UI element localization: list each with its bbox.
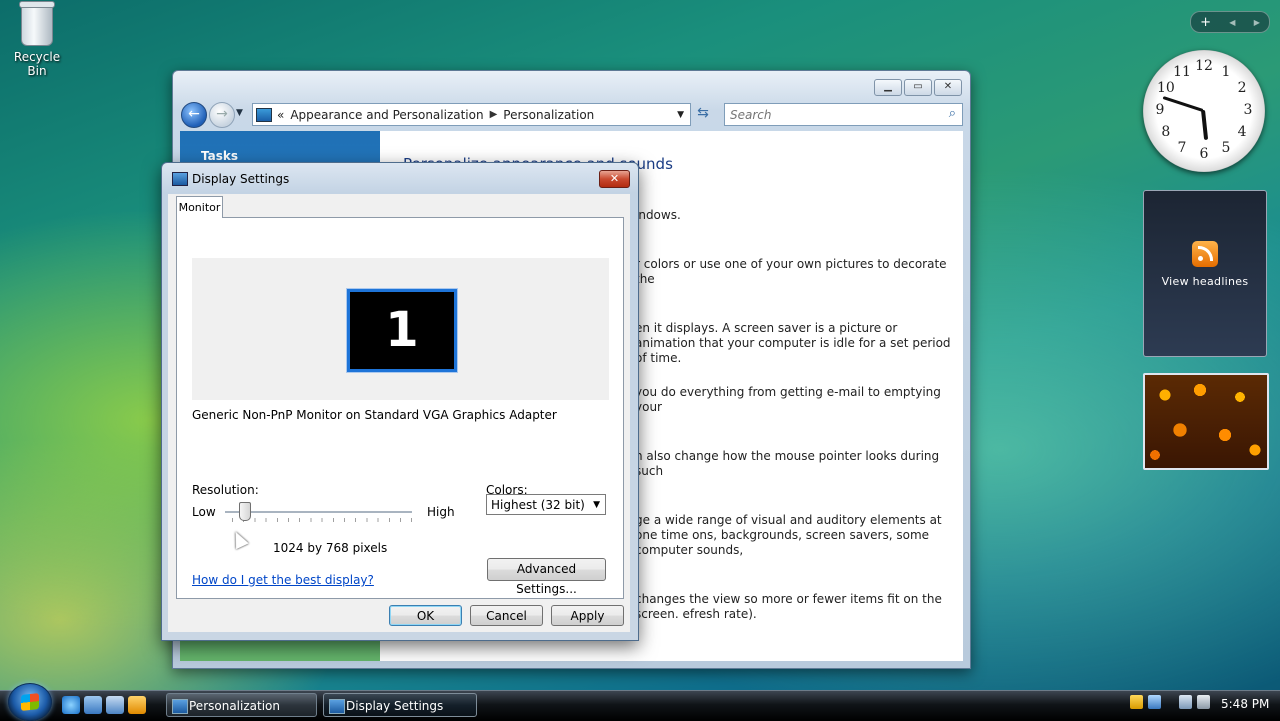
back-button[interactable]: ← (181, 102, 207, 128)
clock-gadget[interactable]: 12 1 2 3 4 5 6 7 8 9 10 11 (1143, 50, 1265, 172)
clock-hour-hand (1201, 109, 1209, 141)
breadcrumb-separator-icon[interactable]: ▶ (490, 109, 498, 120)
apply-button[interactable]: Apply (551, 605, 624, 626)
taskbar-button-label: Personalization (189, 699, 280, 713)
control-panel-icon (256, 107, 272, 122)
resolution-slider-thumb[interactable] (239, 502, 252, 521)
content-text-6: ge a wide range of visual and auditory e… (635, 513, 942, 557)
chevron-down-icon[interactable]: ▼ (593, 495, 600, 516)
content-text-7: changes the view so more or fewer items … (635, 592, 942, 621)
rss-icon (1192, 241, 1218, 267)
search-box[interactable]: ⌕ (724, 103, 963, 126)
control-panel-icon (172, 699, 188, 714)
content-text-1: indows. (635, 208, 681, 222)
sidebar-next-button[interactable]: ▶ (1254, 18, 1260, 27)
start-button[interactable] (8, 683, 52, 721)
feed-headlines-gadget[interactable]: View headlines (1143, 190, 1267, 357)
internet-explorer-icon[interactable] (62, 696, 80, 714)
clock-number: 9 (1155, 102, 1165, 118)
content-text-3: en it displays. A screen saver is a pict… (635, 321, 951, 365)
dialog-body: Monitor 1 Generic Non-PnP Monitor on Sta… (168, 194, 630, 632)
tab-monitor[interactable]: Monitor (176, 196, 223, 218)
clock-number: 3 (1243, 102, 1253, 118)
slideshow-gadget[interactable] (1143, 373, 1269, 470)
resolution-value: 1024 by 768 pixels (273, 541, 388, 555)
sidebar-controls: + ◀ ▶ (1190, 11, 1270, 33)
refresh-icon[interactable]: ⇆ (692, 103, 714, 124)
media-player-icon[interactable] (128, 696, 146, 714)
tasks-heading: Tasks (201, 149, 239, 163)
dialog-title: Display Settings (192, 172, 290, 186)
feed-headlines-label[interactable]: View headlines (1144, 275, 1266, 288)
display-settings-dialog: Display Settings ✕ Monitor 1 Generic Non… (161, 162, 639, 641)
monitor-1-icon[interactable]: 1 (346, 288, 458, 373)
address-bar[interactable]: « Appearance and Personalization ▶ Perso… (252, 103, 691, 126)
sidebar-prev-button[interactable]: ◀ (1229, 18, 1235, 27)
search-input[interactable] (725, 104, 932, 125)
high-label: High (427, 505, 455, 519)
show-desktop-icon[interactable] (84, 696, 102, 714)
breadcrumb-prefix[interactable]: « (277, 108, 284, 122)
display-settings-icon (172, 172, 188, 186)
clock-number: 7 (1177, 140, 1187, 157)
forward-button[interactable]: → (209, 102, 235, 128)
minimize-button[interactable]: ▁ (874, 79, 902, 96)
clock-number: 12 (1195, 58, 1213, 74)
content-text-4: you do everything from getting e-mail to… (635, 385, 941, 414)
window-controls: ▁ ▭ ✕ (874, 79, 962, 96)
clock-number: 1 (1221, 63, 1231, 80)
system-tray (1130, 695, 1210, 709)
network-icon[interactable] (1179, 695, 1192, 709)
monitor-preview-area: 1 (192, 258, 609, 400)
volume-muted-icon[interactable] (1197, 695, 1210, 709)
cancel-button[interactable]: Cancel (470, 605, 543, 626)
address-dropdown-icon[interactable]: ▼ (677, 110, 684, 120)
clock-number: 8 (1161, 124, 1171, 140)
resolution-label: Resolution: (192, 483, 259, 497)
colors-dropdown[interactable]: Highest (32 bit) ▼ (486, 494, 606, 515)
search-icon[interactable]: ⌕ (949, 106, 956, 121)
low-label: Low (192, 505, 216, 519)
display-settings-icon (329, 699, 345, 714)
breadcrumb-appearance[interactable]: Appearance and Personalization (290, 108, 483, 122)
advanced-settings-button[interactable]: Advanced Settings... (487, 558, 606, 596)
clock-number: 4 (1237, 124, 1247, 140)
best-display-help-link[interactable]: How do I get the best display? (192, 573, 374, 587)
taskbar-personalization-button[interactable]: Personalization (166, 693, 317, 717)
quick-launch (62, 696, 146, 714)
taskbar-display-settings-button[interactable]: Display Settings (323, 693, 477, 717)
maximize-button[interactable]: ▭ (904, 79, 932, 96)
recent-pages-dropdown[interactable]: ▼ (236, 108, 243, 118)
windows-defender-icon[interactable] (1148, 695, 1161, 709)
resolution-slider-track[interactable] (225, 511, 412, 514)
clock-number: 11 (1173, 63, 1191, 80)
recycle-bin-label: Recycle Bin (13, 50, 61, 78)
taskbar-button-label: Display Settings (346, 699, 444, 713)
switch-windows-icon[interactable] (106, 696, 124, 714)
monitor-name: Generic Non-PnP Monitor on Standard VGA … (192, 408, 557, 422)
sidebar-add-button[interactable]: + (1200, 15, 1211, 30)
colors-selected-value: Highest (32 bit) (491, 498, 585, 512)
windows-logo-icon (21, 693, 39, 711)
trash-icon (19, 1, 55, 46)
content-text-5: n also change how the mouse pointer look… (635, 449, 940, 478)
clock-number: 2 (1237, 80, 1247, 96)
content-text-2: r colors or use one of your own pictures… (635, 257, 947, 286)
ok-button[interactable]: OK (389, 605, 462, 626)
close-button[interactable]: ✕ (934, 79, 962, 96)
dialog-close-button[interactable]: ✕ (599, 170, 630, 188)
recycle-bin-icon[interactable]: Recycle Bin (4, 1, 70, 78)
security-shield-icon[interactable] (1130, 695, 1143, 709)
clock-number: 5 (1221, 140, 1231, 157)
clock-number: 10 (1156, 80, 1175, 96)
resolution-slider-ticks (232, 518, 412, 522)
clock-time[interactable]: 5:48 PM (1221, 697, 1269, 711)
clock-number: 6 (1199, 146, 1209, 162)
breadcrumb-personalization[interactable]: Personalization (503, 108, 594, 122)
